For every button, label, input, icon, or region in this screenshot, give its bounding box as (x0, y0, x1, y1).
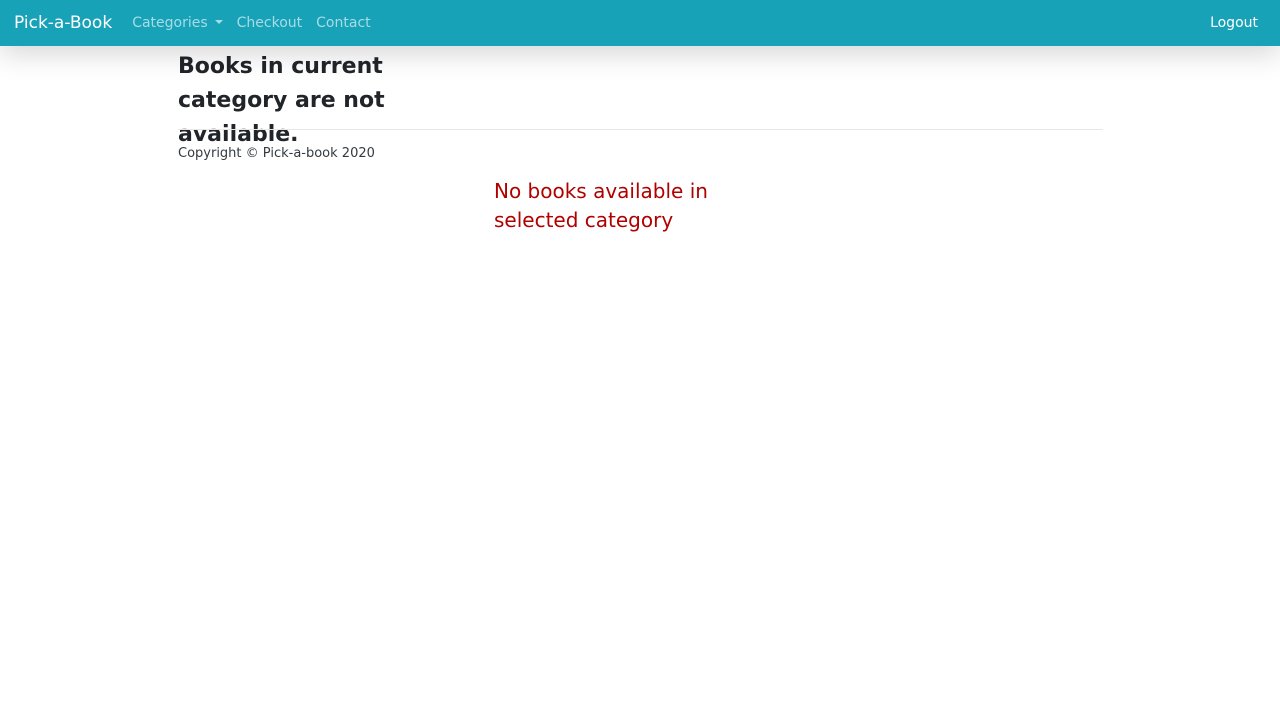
logout-link[interactable]: Logout (1210, 14, 1258, 32)
brand-link[interactable]: Pick-a-Book (14, 13, 112, 33)
copyright-text: Copyright © Pick-a-book 2020 (178, 146, 375, 161)
annotation-note: No books available in selected category (494, 179, 708, 232)
top-navbar: Pick-a-Book Categories Checkout Contact … (0, 0, 1280, 46)
main-content: Books in current category are not availa… (178, 46, 1103, 161)
nav-contact-link[interactable]: Contact (316, 14, 370, 32)
nav-categories-label: Categories (132, 15, 208, 31)
chevron-down-icon (214, 20, 223, 24)
nav-checkout-link[interactable]: Checkout (237, 14, 303, 32)
nav-categories-dropdown[interactable]: Categories (132, 14, 223, 32)
unavailable-message: Books in current category are not availa… (178, 54, 385, 147)
footer-divider (178, 129, 1103, 130)
